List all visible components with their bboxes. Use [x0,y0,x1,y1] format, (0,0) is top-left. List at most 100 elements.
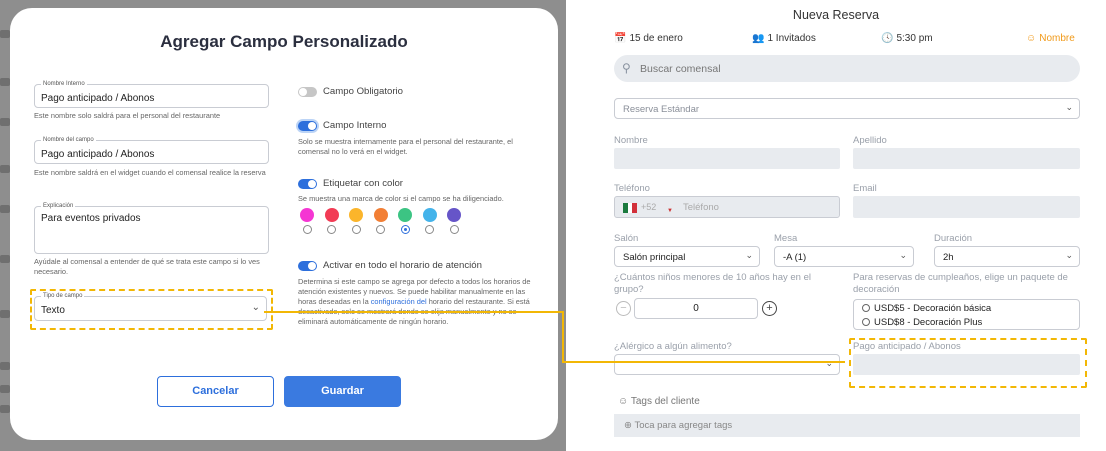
internal-name-value: Pago anticipado / Abonos [41,93,155,104]
increment-button[interactable]: + [762,301,777,316]
salon-label: Salón [614,233,639,244]
first-name-input[interactable] [614,148,840,169]
backdrop-hint [0,118,10,126]
color-swatch[interactable] [398,208,412,222]
explanation-help: Ayúdale al comensal a entender de qué se… [34,257,260,276]
date-info[interactable]: 📅 15 de enero [614,33,683,44]
field-name-field[interactable]: Nombre del campo Pago anticipado / Abono… [34,136,269,164]
last-name-label: Apellido [853,135,887,146]
decrement-button[interactable]: − [616,301,631,316]
phone-label: Teléfono [614,183,650,194]
reservation-type-value: Reserva Estándar [623,104,700,115]
backdrop-hint [0,205,10,213]
mexico-flag-icon [623,203,638,213]
backdrop-hint [0,385,10,393]
chevron-down-icon: ⌄ [745,250,753,260]
email-label: Email [853,183,877,194]
phone-input[interactable]: +52 ▼ Teléfono [614,196,840,218]
children-question: ¿Cuántos niños menores de 10 años hay en… [614,272,811,295]
internal-field-label: Campo Interno [323,120,387,131]
decoration-options: USD$5 - Decoración básica USD$8 - Decora… [853,299,1080,330]
chevron-down-icon: ⌄ [899,250,907,260]
decoration-option[interactable]: USD$8 - Decoración Plus [862,317,982,328]
color-radio[interactable] [425,225,434,234]
caret-down-icon[interactable]: ▼ [667,208,673,214]
add-tags-text: Toca para agregar tags [634,420,733,431]
phone-code: +52 [641,202,657,212]
explanation-textarea[interactable]: Explicación Para eventos privados [34,202,269,254]
required-field-label: Campo Obligatorio [323,86,403,97]
user-icon: ☺ [1026,33,1037,44]
chevron-down-icon: ⌄ [825,358,833,368]
color-radio[interactable] [400,225,410,234]
color-swatch[interactable] [447,208,461,222]
schedule-config-link[interactable]: configuración del [371,297,427,306]
add-tags-placeholder: ⊕ Toca para agregar tags [624,420,732,431]
save-button[interactable]: Guardar [284,376,401,407]
date-text: 15 de enero [629,33,683,44]
duration-select[interactable]: 2h ⌄ [934,246,1080,267]
salon-select[interactable]: Salón principal ⌄ [614,246,760,267]
color-radio[interactable] [302,225,312,234]
client-tags-label: ☺ Tags del cliente [618,396,700,407]
color-swatch[interactable] [422,208,437,222]
advance-payment-label: Pago anticipado / Abonos [853,341,961,352]
color-radio[interactable] [351,225,361,234]
backdrop-hint [0,310,10,318]
search-guest-input[interactable]: ⚲ Buscar comensal [614,55,1080,82]
backdrop-hint [0,255,10,263]
internal-name-help: Este nombre solo saldrá para el personal… [34,111,221,120]
table-select[interactable]: -A (1) ⌄ [774,246,914,267]
color-swatch[interactable] [300,208,314,222]
field-type-label: Tipo de campo [41,292,85,300]
color-swatch[interactable] [324,208,339,222]
cancel-button[interactable]: Cancelar [157,376,274,407]
children-count-input[interactable]: 0 [634,298,758,319]
all-hours-label: Activar en todo el horario de atención [323,260,482,271]
backdrop-hint [0,78,10,86]
decoration-option-label: USD$5 - Decoración básica [874,303,992,314]
color-label-toggle[interactable] [298,179,317,189]
allergy-label: ¿Alérgico a algún alimento? [614,341,732,352]
radio-icon [862,318,870,326]
guests-info[interactable]: 👥 1 Invitados [752,33,816,44]
add-custom-field-modal: Agregar Campo Personalizado Nombre Inter… [10,8,558,440]
time-info[interactable]: 🕓 5:30 pm [881,33,933,44]
color-radio[interactable] [376,225,385,234]
table-label: Mesa [774,233,798,244]
salon-value: Salón principal [623,252,686,263]
allergy-select[interactable]: ⌄ [614,354,840,375]
last-name-input[interactable] [853,148,1080,169]
client-tags-text: Tags del cliente [630,396,700,407]
required-field-toggle[interactable] [298,87,317,97]
color-radio[interactable] [327,225,336,234]
chevron-down-icon: ⌄ [1065,102,1073,112]
color-radio[interactable] [449,225,459,234]
email-input[interactable] [853,196,1080,218]
color-swatch[interactable] [349,208,363,222]
color-swatch[interactable] [373,208,388,222]
internal-name-field[interactable]: Nombre Interno Pago anticipado / Abonos [34,80,269,108]
backdrop-hint [0,165,10,173]
plus-circle-icon: ⊕ [624,420,632,431]
toggle-knob [308,122,316,130]
all-hours-toggle[interactable] [298,261,317,271]
toggle-knob [308,180,316,188]
backdrop-hint [0,30,10,38]
advance-payment-input[interactable] [853,354,1080,375]
color-label-help: Se muestra una marca de color si el camp… [298,194,504,203]
reservation-title: Nueva Reserva [792,8,880,22]
birthday-question: Para reservas de cumpleaños, elige un pa… [853,272,1068,295]
new-reservation-panel: Nueva Reserva 📅 15 de enero 👥 1 Invitados … [566,0,1106,451]
field-type-select[interactable]: Tipo de campo Texto ⌄ [34,292,267,321]
decoration-option[interactable]: USD$5 - Decoración básica [862,303,991,314]
duration-label: Duración [934,233,973,244]
backdrop-hint [0,405,10,413]
user-icon: ☺ [618,396,629,407]
backdrop-hint [0,362,10,370]
reservation-type-select[interactable]: Reserva Estándar ⌄ [614,98,1080,119]
phone-placeholder: Teléfono [683,202,719,213]
add-tags-input[interactable]: ⊕ Toca para agregar tags [614,414,1080,437]
internal-field-toggle[interactable] [298,121,317,131]
name-info[interactable]: ☺ Nombre [1026,33,1075,44]
